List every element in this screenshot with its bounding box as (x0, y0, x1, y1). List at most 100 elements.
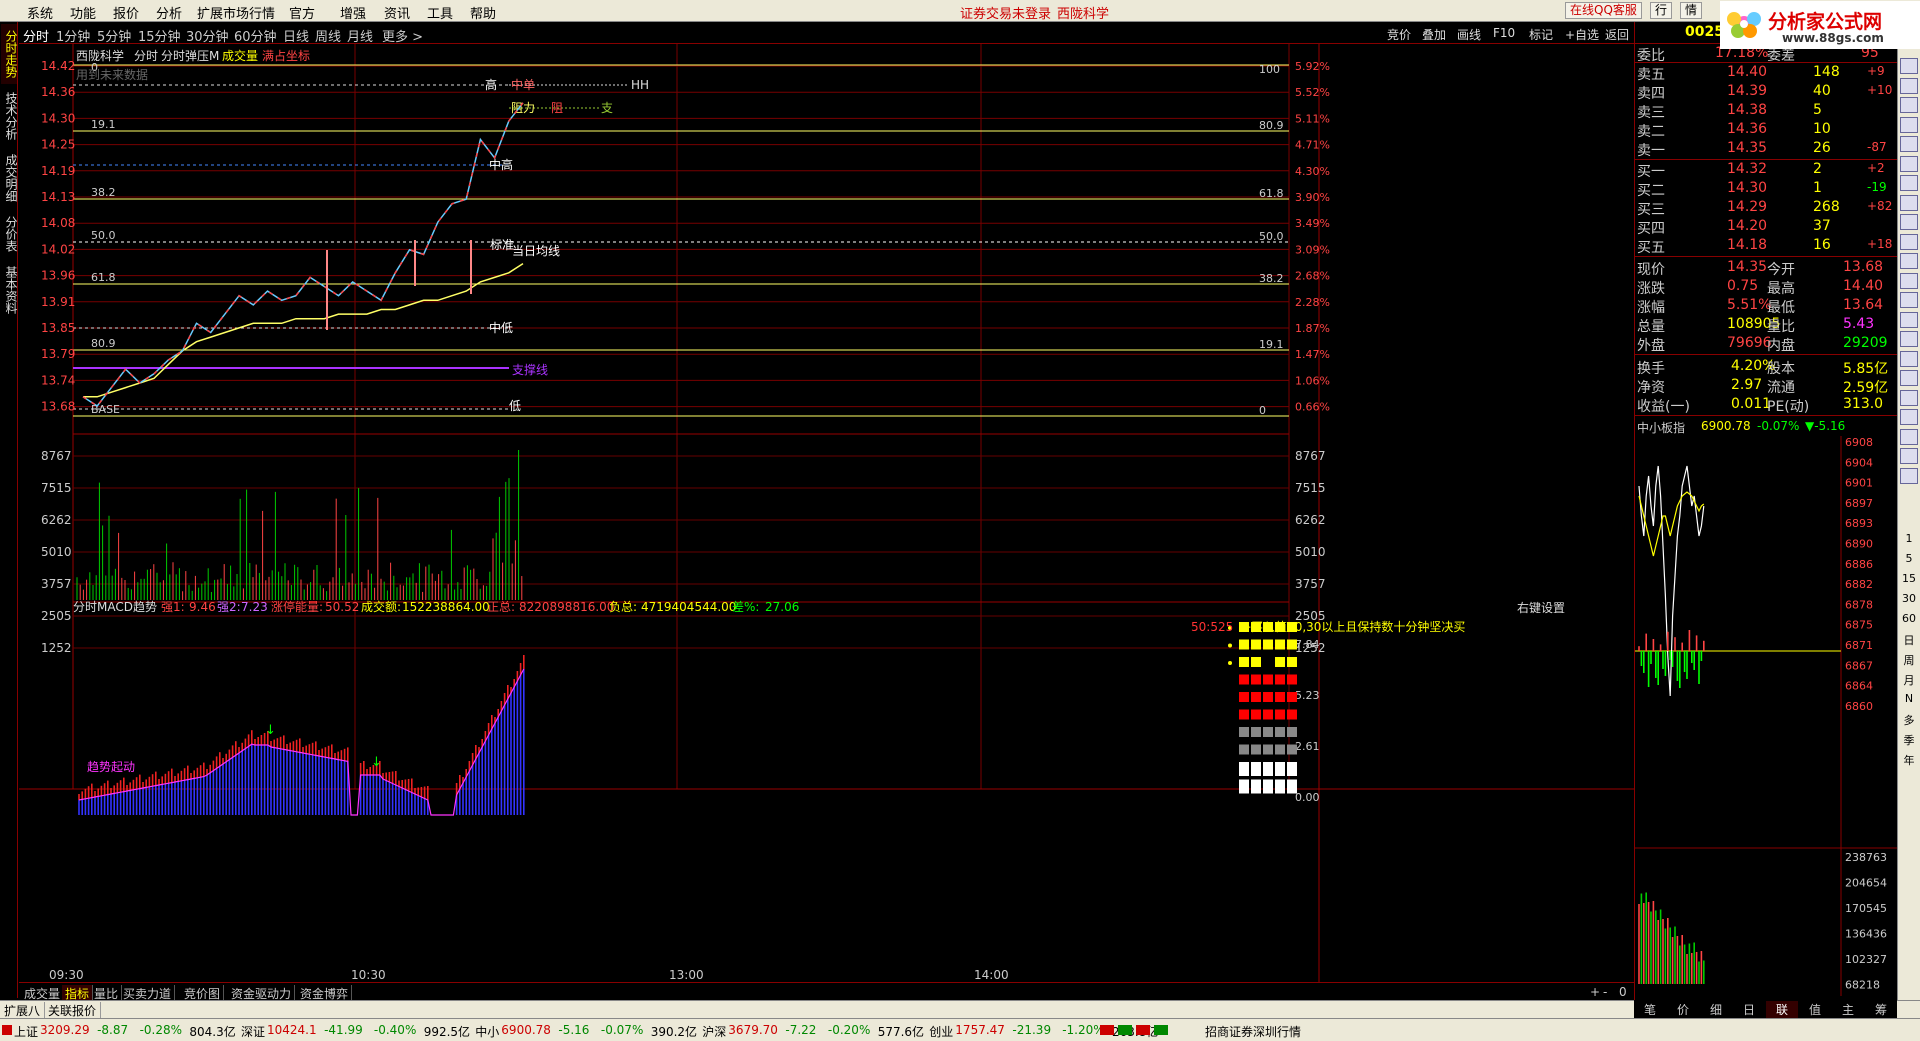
panel-tab-3[interactable]: 日 (1733, 1001, 1765, 1018)
zoom-in-button[interactable]: + (1590, 985, 1600, 999)
toolbar-icon[interactable] (1900, 136, 1918, 152)
menu-function[interactable]: 功能 (70, 3, 96, 22)
online-service-button[interactable]: 在线QQ客服 (1565, 2, 1642, 19)
period-shortcut[interactable]: 5 (1900, 552, 1918, 568)
toolbar-icon[interactable] (1900, 97, 1918, 113)
full-coords-label[interactable]: 满占坐标 (262, 48, 310, 63)
sell-row[interactable]: 卖二 14.36 10 (1635, 120, 1898, 140)
right-click-settings[interactable]: 右键设置 (1517, 600, 1565, 615)
menu-help[interactable]: 帮助 (470, 3, 496, 22)
toolbar-icon[interactable] (1900, 253, 1918, 269)
period-30min[interactable]: 30分钟 (186, 26, 229, 45)
period-shortcut[interactable]: 15 (1900, 572, 1918, 588)
add-watchlist-button[interactable]: +自选 (1565, 26, 1599, 43)
menu-analysis[interactable]: 分析 (156, 3, 182, 22)
period-shortcut[interactable]: 季 (1900, 732, 1918, 748)
toolbar-icon[interactable] (1900, 409, 1918, 425)
panel-tab-5[interactable]: 值 (1799, 1001, 1831, 1018)
toolbar-icon[interactable] (1900, 214, 1918, 230)
toolbar-icon[interactable] (1900, 77, 1918, 94)
period-monthly[interactable]: 月线 (347, 26, 373, 45)
menu-news[interactable]: 资讯 (384, 3, 410, 22)
period-shortcut[interactable]: 年 (1900, 752, 1918, 768)
toolbar-icon[interactable] (1900, 272, 1918, 289)
panel-tab-6[interactable]: 主 (1832, 1001, 1864, 1018)
buy-row[interactable]: 买五 14.18 16 +18 (1635, 236, 1898, 256)
zero-button[interactable]: 0 (1619, 985, 1627, 999)
panel-tab-4[interactable]: 联 (1766, 1001, 1798, 1018)
auction-button[interactable]: 竞价 (1387, 26, 1411, 43)
tab-fundamentals[interactable]: 基本资料 (1, 260, 18, 320)
period-shortcut[interactable]: 30 (1900, 592, 1918, 608)
toolbar-icon[interactable] (1900, 350, 1918, 367)
toolbar-icon[interactable] (1900, 370, 1918, 386)
period-5min[interactable]: 5分钟 (97, 26, 131, 45)
toolbar-icon[interactable] (1900, 194, 1918, 211)
period-intraday[interactable]: 分时 (23, 26, 49, 45)
mini-index-chart[interactable]: 6908 6904 6901 6897 6893 6890 6886 6882 6878 6875… (1635, 436, 1898, 996)
period-shortcut[interactable]: N (1900, 692, 1918, 708)
menu-system[interactable]: 系统 (27, 3, 53, 22)
toolbar-icon[interactable] (1900, 58, 1918, 74)
toolbar-icon[interactable] (1900, 448, 1918, 464)
draw-line-button[interactable]: 画线 (1457, 26, 1481, 43)
buy-row[interactable]: 买一 14.32 2 +2 (1635, 160, 1898, 180)
toolbar-icon[interactable] (1900, 467, 1918, 484)
toolbar-icon[interactable] (1900, 428, 1918, 445)
period-shortcut[interactable]: 多 (1900, 712, 1918, 728)
period-shortcut[interactable]: 日 (1900, 632, 1918, 648)
period-1min[interactable]: 1分钟 (56, 26, 90, 45)
toolbar-icon[interactable] (1900, 389, 1918, 406)
toolbar-icon[interactable] (1900, 311, 1918, 328)
trade-button[interactable]: 行 (1650, 2, 1673, 19)
chart-area[interactable]: 0 100 19.1 80.9 38.2 61.8 50.0 50.0 61.8 38.2 80.9… (19, 44, 1634, 982)
sell-row[interactable]: 卖五 14.40 148 +9 (1635, 63, 1898, 83)
f10-button[interactable]: F10 (1493, 26, 1515, 40)
mark-button[interactable]: 标记 (1529, 26, 1553, 43)
period-shortcut[interactable]: 月 (1900, 672, 1918, 688)
period-shortcut[interactable]: 1 (1900, 532, 1918, 548)
sell-row[interactable]: 卖一 14.35 26 -87 (1635, 139, 1898, 159)
panel-tab-1[interactable]: 价 (1667, 1001, 1699, 1018)
period-weekly[interactable]: 周线 (315, 26, 341, 45)
toolbar-icon[interactable] (1900, 155, 1918, 172)
panel-tab-0[interactable]: 笔 (1634, 1001, 1666, 1018)
toolbar-icon[interactable] (1900, 116, 1918, 133)
toolbar-icon[interactable] (1900, 233, 1918, 250)
menu-quote[interactable]: 报价 (113, 3, 139, 22)
tab-trade-detail[interactable]: 成交明细 (1, 148, 18, 208)
period-daily[interactable]: 日线 (283, 26, 309, 45)
sell-row[interactable]: 卖三 14.38 5 (1635, 101, 1898, 121)
panel-tab-7[interactable]: 筹 (1865, 1001, 1897, 1018)
buy-row[interactable]: 买四 14.20 37 (1635, 217, 1898, 237)
sell-row[interactable]: 卖四 14.39 40 +10 (1635, 82, 1898, 102)
period-shortcut[interactable]: 60 (1900, 612, 1918, 628)
toolbar-icon[interactable] (1900, 331, 1918, 347)
back-button[interactable]: 返回 (1605, 26, 1629, 43)
period-shortcut[interactable]: 周 (1900, 652, 1918, 668)
tab-technical[interactable]: 技术分析 (1, 86, 18, 146)
toolbar-icon[interactable] (1900, 175, 1918, 191)
tab-price-table[interactable]: 分价表 (1, 210, 18, 258)
panel-tab-2[interactable]: 细 (1700, 1001, 1732, 1018)
period-60min[interactable]: 60分钟 (234, 26, 277, 45)
buy-row[interactable]: 买二 14.30 1 -19 (1635, 179, 1898, 199)
intraday-chart-svg[interactable]: 0 100 19.1 80.9 38.2 61.8 50.0 50.0 61.8 38.2 80.9… (19, 44, 1634, 982)
overlay-button[interactable]: 叠加 (1422, 26, 1446, 43)
related-quotes-tab[interactable]: 关联报价 (48, 1002, 102, 1019)
toolbar-icon[interactable] (1900, 292, 1918, 308)
quote-toggle-button[interactable]: 情 (1680, 2, 1703, 19)
menu-official[interactable]: 官方 (289, 3, 315, 22)
ext-eight-tab[interactable]: 扩展八 (4, 1002, 46, 1019)
stat-label: 今开 (1767, 262, 1795, 278)
period-15min[interactable]: 15分钟 (138, 26, 181, 45)
period-more[interactable]: 更多 > (382, 26, 423, 45)
menu-tools[interactable]: 工具 (427, 3, 453, 22)
login-notice[interactable]: 证券交易未登录 (960, 3, 1051, 22)
tab-intraday[interactable]: 分时走势 (1, 24, 18, 84)
menu-enhance[interactable]: 增强 (340, 3, 366, 22)
menu-extended-market[interactable]: 扩展市场行情 (197, 3, 275, 22)
stat-value: 14.35 (1727, 259, 1768, 275)
zoom-out-button[interactable]: - (1603, 985, 1607, 999)
buy-row[interactable]: 买三 14.29 268 +82 (1635, 198, 1898, 218)
